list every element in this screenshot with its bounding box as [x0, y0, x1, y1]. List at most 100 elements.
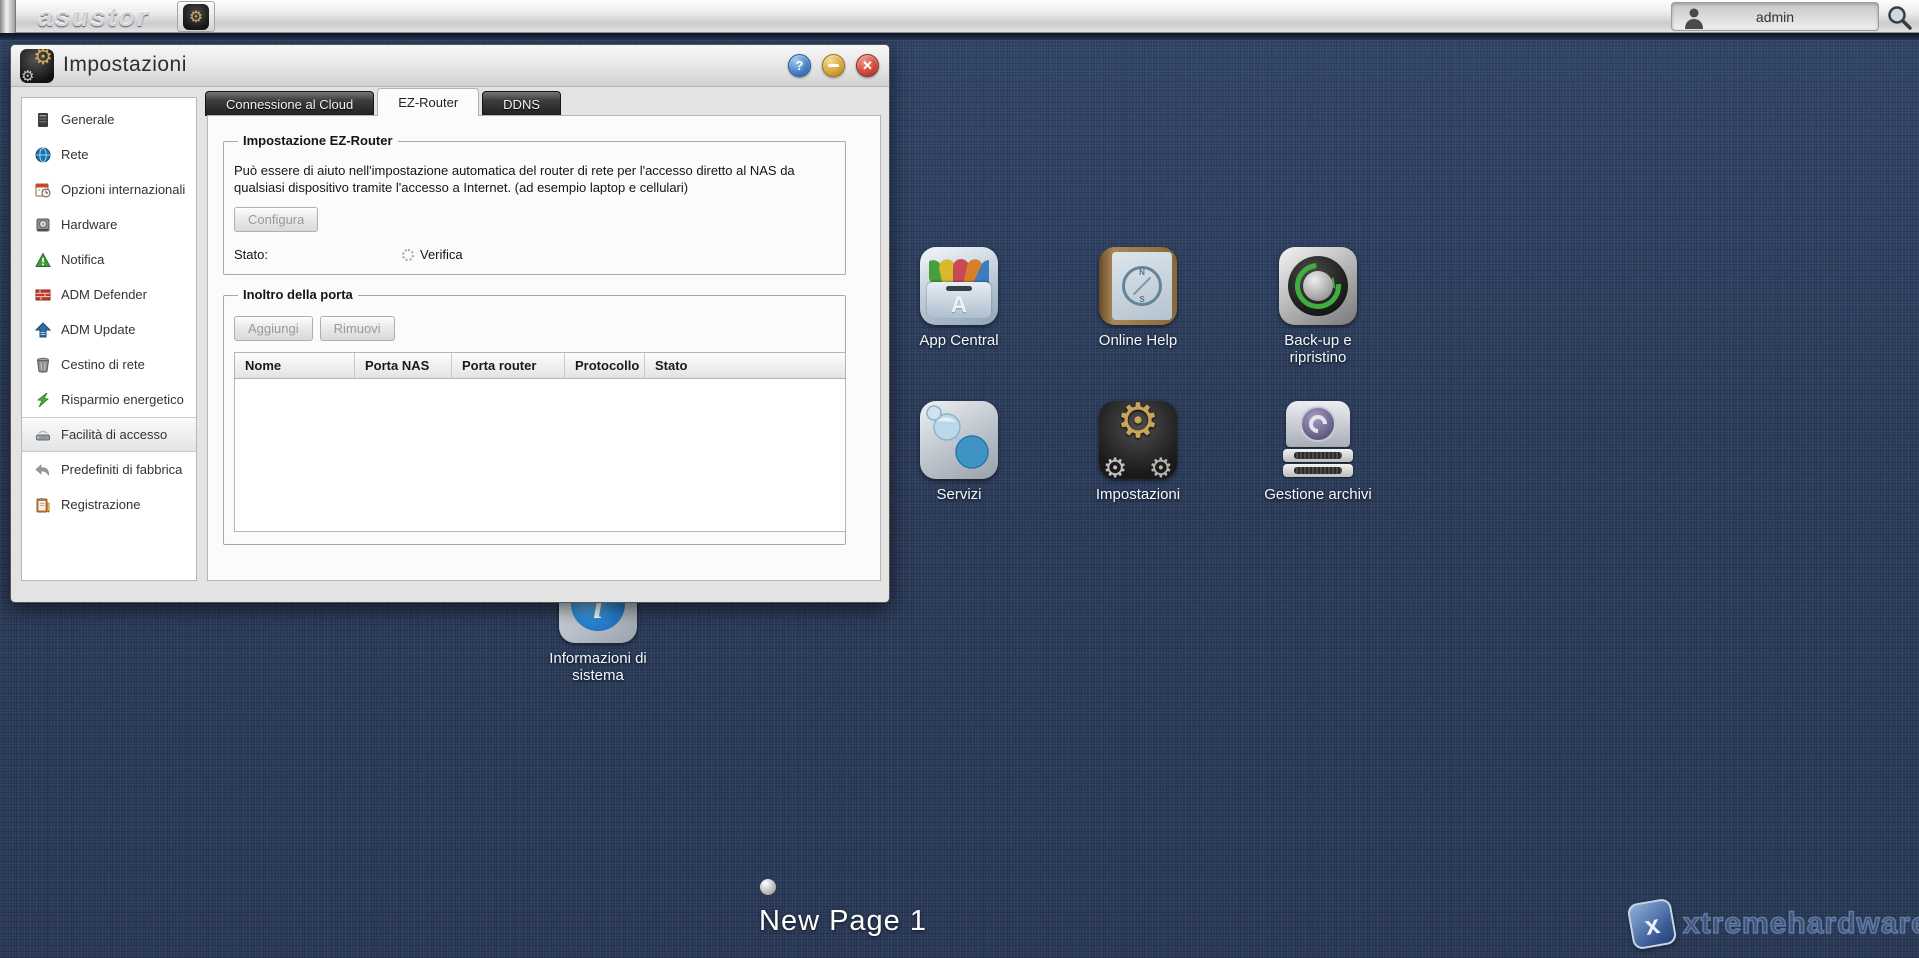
sidebar-item-risparmio-energetico[interactable]: Risparmio energetico: [22, 382, 196, 417]
window-gears-icon: ⚙ ⚙: [20, 49, 54, 83]
ez-router-description: Può essere di aiuto nell'impostazione au…: [234, 163, 795, 195]
sidebar-item-label: Opzioni internazionali: [61, 181, 186, 197]
table-body-empty: [235, 379, 845, 531]
taskbar-item-impostazioni[interactable]: ⚙: [177, 1, 215, 32]
sidebar-item-generale[interactable]: Generale: [22, 102, 196, 137]
sidebar-item-adm-defender[interactable]: ADM Defender: [22, 277, 196, 312]
rimuovi-button[interactable]: Rimuovi: [319, 316, 395, 341]
watermark-text: xtremehardware.it: [1682, 906, 1919, 941]
tab-ddns[interactable]: DDNS: [482, 91, 562, 116]
sidebar-item-label: Generale: [61, 111, 115, 127]
sidebar-item-facilita-di-accesso[interactable]: Facilità di accesso: [22, 417, 196, 452]
globe-icon: [34, 146, 52, 164]
sidebar-item-label: Hardware: [61, 216, 118, 232]
undo-arrow-icon: [34, 461, 52, 479]
sidebar-item-predefiniti-di-fabbrica[interactable]: Predefiniti di fabbrica: [22, 452, 196, 487]
update-arrow-icon: [34, 321, 52, 339]
asustor-logo: asustor: [38, 2, 150, 32]
panel-handle[interactable]: [0, 0, 16, 33]
desktop-icon-label: Impostazioni: [1095, 486, 1181, 503]
services-icon: [920, 401, 998, 479]
minimize-button[interactable]: [822, 54, 845, 77]
help-button[interactable]: ?: [788, 54, 811, 77]
sidebar-item-label: Facilità di accesso: [61, 426, 168, 442]
page-title: New Page 1: [759, 905, 927, 937]
watermark: x xtremehardware.it: [1626, 897, 1919, 953]
storage-manager-icon: [1279, 401, 1357, 479]
settings-tabs: Connessione al Cloud EZ-Router DDNS: [205, 88, 562, 116]
alert-triangle-icon: [34, 251, 52, 269]
column-header-protocollo[interactable]: Protocollo: [565, 353, 645, 378]
desktop-icon-servizi[interactable]: Servizi: [897, 401, 1021, 503]
sidebar-item-label: Rete: [61, 146, 89, 162]
configura-button[interactable]: Configura: [234, 207, 319, 232]
desktop-icon-label: Informazioni di sistema: [549, 650, 647, 684]
impostazioni-window: ⚙ ⚙ Impostazioni ? ✕ Generale Rete Opzion: [10, 44, 890, 603]
trash-icon: [34, 356, 52, 374]
gears-icon: ⚙: [183, 3, 209, 30]
desktop-icon-label: Online Help: [1098, 332, 1178, 349]
status-value: Verifica: [420, 247, 463, 262]
xtremehardware-logo-icon: x: [1626, 897, 1678, 951]
sidebar-item-registrazione[interactable]: Registrazione: [22, 487, 196, 522]
sidebar-item-cestino-di-rete[interactable]: Cestino di rete: [22, 347, 196, 382]
desktop-icon-gestione-archivi[interactable]: Gestione archivi: [1256, 401, 1380, 503]
lightning-icon: [34, 391, 52, 409]
window-titlebar[interactable]: ⚙ ⚙ Impostazioni ? ✕: [11, 45, 889, 87]
sidebar-item-label: Registrazione: [61, 496, 141, 512]
server-icon: [34, 111, 52, 129]
page-dot[interactable]: [760, 879, 776, 895]
desktop-icon-label: Back-up e ripristino: [1284, 332, 1352, 366]
top-bar: asustor ⚙ admin: [0, 0, 1919, 33]
settings-sidebar: Generale Rete Opzioni internazionali Har…: [21, 97, 197, 581]
sidebar-item-label: Predefiniti di fabbrica: [61, 461, 183, 477]
sidebar-item-opzioni-internazionali[interactable]: Opzioni internazionali: [22, 172, 196, 207]
column-header-stato[interactable]: Stato: [645, 353, 845, 378]
sidebar-item-label: Risparmio energetico: [61, 391, 184, 407]
port-forwarding-table: Nome Porta NAS Porta router Protocollo S…: [234, 352, 846, 532]
status-label: Stato:: [234, 247, 268, 262]
ez-router-panel: Impostazione EZ-Router Può essere di aiu…: [207, 115, 881, 581]
firewall-icon: [34, 286, 52, 304]
tab-connessione-al-cloud[interactable]: Connessione al Cloud: [205, 91, 375, 116]
aggiungi-button[interactable]: Aggiungi: [234, 316, 313, 341]
close-button[interactable]: ✕: [856, 54, 879, 77]
desktop-icon-impostazioni[interactable]: ⚙ ⚙ ⚙ Impostazioni: [1076, 401, 1200, 503]
window-title: Impostazioni: [63, 53, 187, 76]
search-icon[interactable]: [1886, 4, 1912, 30]
column-header-nome[interactable]: Nome: [235, 353, 355, 378]
online-help-icon: N S: [1099, 247, 1177, 325]
group-legend: Inoltro della porta: [238, 287, 358, 302]
desktop-icon-label: Servizi: [936, 486, 982, 503]
topbar-shadow: [0, 33, 1919, 40]
sidebar-item-notifica[interactable]: Notifica: [22, 242, 196, 277]
tab-ez-router[interactable]: EZ-Router: [377, 88, 480, 116]
sidebar-item-adm-update[interactable]: ADM Update: [22, 312, 196, 347]
column-header-porta-router[interactable]: Porta router: [452, 353, 565, 378]
desktop-icon-backup[interactable]: Back-up e ripristino: [1256, 247, 1380, 366]
table-header-row: Nome Porta NAS Porta router Protocollo S…: [235, 353, 845, 379]
desktop-icon-label: App Central: [919, 332, 999, 349]
group-legend: Impostazione EZ-Router: [238, 133, 398, 148]
backup-restore-icon: [1279, 247, 1357, 325]
column-header-porta-nas[interactable]: Porta NAS: [355, 353, 452, 378]
loading-spinner-icon: [402, 248, 414, 261]
app-central-icon: A: [920, 247, 998, 325]
desktop: { "topbar": { "logo": "asustor", "user":…: [0, 0, 1919, 958]
sidebar-item-hardware[interactable]: Hardware: [22, 207, 196, 242]
sidebar-item-label: Cestino di rete: [61, 356, 145, 372]
sidebar-item-label: ADM Defender: [61, 286, 147, 302]
desktop-icon-label: Gestione archivi: [1264, 486, 1372, 503]
router-icon: [34, 426, 52, 444]
desktop-icon-app-central[interactable]: A App Central: [897, 247, 1021, 349]
ez-router-settings-group: Impostazione EZ-Router Può essere di aiu…: [223, 133, 846, 275]
user-menu[interactable]: admin: [1671, 2, 1879, 31]
sidebar-item-label: Notifica: [61, 251, 105, 267]
harddisk-icon: [34, 216, 52, 234]
username: admin: [1755, 9, 1795, 25]
desktop-icon-online-help[interactable]: N S Online Help: [1076, 247, 1200, 349]
sidebar-item-rete[interactable]: Rete: [22, 137, 196, 172]
clipboard-icon: [34, 496, 52, 514]
sidebar-item-label: ADM Update: [61, 321, 136, 337]
calendar-clock-icon: [34, 181, 52, 199]
